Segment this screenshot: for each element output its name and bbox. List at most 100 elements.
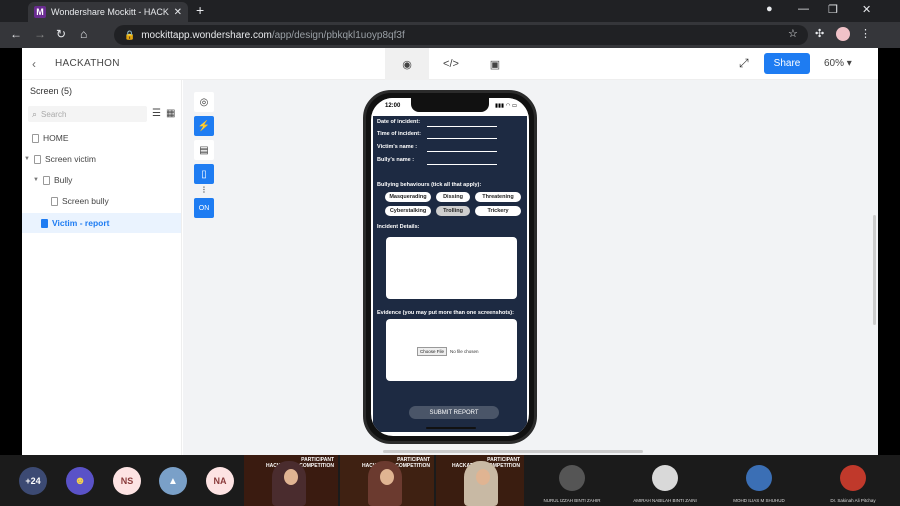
profile-icon: ☻ [74, 475, 86, 487]
behaviour-trolling[interactable]: Trolling [436, 206, 470, 216]
participant-name: NURUL IZZAH BINTI ZAHIR [543, 498, 601, 503]
url-path: /app/design/pbkqkl1uoyp8qf3f [271, 29, 405, 41]
extensions-icon[interactable]: ✣ [815, 27, 824, 40]
browser-toolbar: ← → ↻ ⌂ 🔒 mockittapp.wondershare.com /ap… [0, 22, 900, 48]
fullscreen-expand-icon[interactable]: ⤢ [739, 56, 749, 71]
page-icon [41, 218, 48, 228]
tree-item-screen-victim[interactable]: ▼ Screen victim [24, 152, 96, 166]
no-file-text: No file chosen [450, 349, 479, 354]
page-icon [51, 196, 58, 206]
behaviour-trickery[interactable]: Trickery [475, 206, 521, 216]
participant-name: MOHD ILIAS M SHUHUD [733, 498, 785, 503]
submit-report-button[interactable]: SUBMIT REPORT [409, 406, 499, 419]
home-indicator [426, 427, 476, 429]
tree-item-home[interactable]: HOME [32, 131, 69, 145]
file-input[interactable]: Choose File No file chosen [417, 347, 479, 356]
phone-screen: 12:00 ▮▮▮ ◠ ▭ Date of incident: Time of … [371, 98, 529, 436]
media-icon[interactable]: ● [766, 3, 773, 15]
behaviour-cyberstalking[interactable]: Cyberstalking [385, 206, 431, 216]
participant-face [476, 469, 490, 485]
back-chevron-icon[interactable]: ‹ [32, 57, 36, 71]
participant-video-tile: PARTICIPANTHACKATHON COMPETITION [244, 455, 338, 506]
search-placeholder: Search [41, 109, 67, 119]
page-icon [42, 175, 50, 185]
browser-menu-icon[interactable]: ⋮ [860, 27, 871, 40]
choose-file-button[interactable]: Choose File [417, 347, 448, 356]
code-icon[interactable]: </> [429, 48, 473, 80]
phone-frame: 12:00 ▮▮▮ ◠ ▭ Date of incident: Time of … [363, 90, 537, 444]
date-field[interactable] [427, 126, 497, 127]
landscape-photo-icon: ▲ [168, 475, 178, 487]
view-toggle: ☰ ▦ [152, 108, 175, 119]
time-label: Time of incident: [377, 131, 421, 137]
participant-avatar: ▲ [159, 467, 187, 495]
more-participants-badge[interactable]: +24 [19, 467, 47, 495]
maximize-icon[interactable]: ❐ [828, 3, 838, 16]
behaviour-threatening[interactable]: Threatening [475, 192, 521, 202]
participant-photo [840, 465, 866, 491]
back-arrow-icon[interactable]: ← [10, 27, 22, 41]
tree-item-victim-report[interactable]: Victim - report [22, 213, 181, 233]
forward-arrow-icon[interactable]: → [34, 27, 46, 41]
reload-icon[interactable]: ↻ [56, 27, 66, 41]
target-icon[interactable]: ◎ [194, 92, 214, 112]
close-tab-icon[interactable]: ✕ [174, 7, 182, 18]
mode-tabs: ◉ </> ▣ [385, 48, 517, 80]
bully-name-field[interactable] [427, 164, 497, 165]
tree-item-bully[interactable]: ▼ Bully [33, 173, 72, 187]
evidence-label: Evidence (you may put more than one scre… [377, 310, 514, 316]
tab-title: Wondershare Mockitt - HACKATH [51, 7, 169, 17]
participant-photo [559, 465, 585, 491]
device-phone-icon[interactable]: ▯ [194, 164, 214, 184]
browser-tab[interactable]: M Wondershare Mockitt - HACKATH ✕ [28, 2, 188, 22]
search-input[interactable]: ⌕ Search [28, 106, 147, 122]
interaction-lightning-icon[interactable]: ⚡ [194, 116, 214, 136]
evidence-upload-area[interactable]: Choose File No file chosen [386, 319, 517, 381]
list-view-icon[interactable]: ☰ [152, 108, 161, 119]
behaviour-masquerading[interactable]: Masquerading [385, 192, 431, 202]
incident-details-label: Incident Details: [377, 224, 420, 230]
home-icon[interactable]: ⌂ [80, 27, 87, 41]
participant-name: AMIRAH NABILAH BINTI ZAINI [633, 498, 697, 503]
tree-item-screen-bully[interactable]: Screen bully [51, 194, 109, 208]
bookmark-star-icon[interactable]: ☆ [788, 27, 798, 40]
vertical-scrollbar[interactable] [873, 215, 876, 325]
preview-canvas: ◎ ⚡ ▤ ▯ ⁝ ON 12:00 ▮▮▮ ◠ ▭ Date of incid… [183, 80, 878, 455]
screen-count-label: Screen (5) [30, 86, 73, 96]
tree-item-label: Screen bully [62, 196, 109, 206]
vertical-toolbar: ◎ ⚡ ▤ ▯ ⁝ ON [193, 92, 215, 222]
caret-down-icon[interactable]: ▼ [24, 156, 30, 162]
close-window-icon[interactable]: ✕ [862, 3, 871, 16]
participant-photo [652, 465, 678, 491]
new-tab-icon[interactable]: + [196, 2, 204, 18]
comment-icon[interactable]: ▣ [473, 48, 517, 80]
caret-down-icon[interactable]: ▼ [33, 177, 39, 183]
project-name: HACKATHON [55, 58, 120, 69]
tree-item-label: HOME [43, 133, 69, 143]
grid-view-icon[interactable]: ▦ [166, 108, 175, 119]
participant-tile: MOHD ILIAS M SHUHUD [712, 455, 806, 506]
victim-name-field[interactable] [427, 151, 497, 152]
time-field[interactable] [427, 138, 497, 139]
participant-face [380, 469, 394, 485]
notes-icon[interactable]: ▤ [194, 140, 214, 160]
address-bar[interactable]: 🔒 mockittapp.wondershare.com /app/design… [114, 25, 808, 45]
share-button[interactable]: Share [764, 53, 810, 74]
screen-toggle-button[interactable]: ON [194, 198, 214, 218]
zoom-dropdown[interactable]: 60% ▾ [824, 58, 852, 69]
phone-notch [411, 98, 489, 112]
signal-wifi-battery-icon: ▮▮▮ ◠ ▭ [495, 103, 518, 109]
behaviour-dissing[interactable]: Dissing [436, 192, 470, 202]
tree-item-label: Screen victim [44, 154, 96, 164]
profile-avatar[interactable] [836, 27, 850, 41]
minimize-icon[interactable]: — [798, 3, 809, 15]
preview-eye-icon[interactable]: ◉ [385, 48, 429, 80]
status-time: 12:00 [385, 103, 401, 109]
horizontal-scrollbar[interactable] [383, 450, 643, 453]
participant-photo [746, 465, 772, 491]
incident-details-textarea[interactable] [386, 237, 517, 299]
browser-tabstrip: M Wondershare Mockitt - HACKATH ✕ + ● — … [0, 0, 900, 22]
tree-item-label: Bully [53, 175, 73, 185]
tree-item-label: Victim - report [52, 218, 110, 228]
more-dots-icon[interactable]: ⁝ [202, 186, 205, 196]
